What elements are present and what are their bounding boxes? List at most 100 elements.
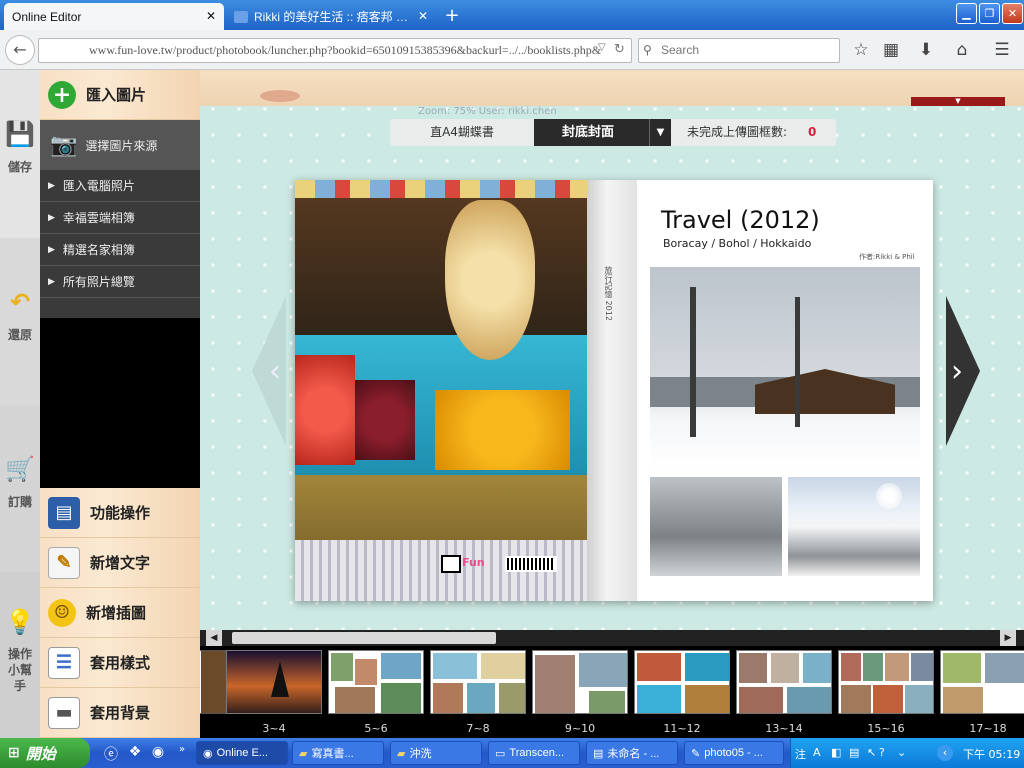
source-item-label: 精選名家相簿 xyxy=(62,243,135,257)
helper-button[interactable]: 💡 操作小幫手 xyxy=(0,572,40,738)
taskbar-item[interactable]: ◉ Online E... xyxy=(196,741,288,765)
show-hidden-icons-icon[interactable]: ‹ xyxy=(937,745,953,761)
windows-taskbar: ⊞ 開始 ⓔ ❖ ◉ » ◉ Online E... ▰ 寫真書... ▰ 沖洗 ▭ T… xyxy=(0,738,1024,768)
taskbar-item[interactable]: ▰ 沖洗 xyxy=(390,741,482,765)
page-thumbnail[interactable] xyxy=(226,650,322,714)
page-thumbnail[interactable] xyxy=(430,650,526,714)
chevron-down-icon[interactable]: ▼ xyxy=(649,119,671,146)
task-label: 未命名 - ... xyxy=(607,748,660,760)
taskbar-item[interactable]: ▰ 寫真書... xyxy=(292,741,384,765)
add-illustration-button[interactable]: ☺ 新增插圖 xyxy=(40,588,200,638)
page-view-select[interactable]: 封底封面 ▼ xyxy=(534,119,671,146)
page-thumbnail-strip: 3~4 5~6 7~8 9~10 11~12 13~14 15~16 17~18 xyxy=(200,646,1024,738)
order-button[interactable]: 🛒 訂購 xyxy=(0,405,40,572)
tool-label: 套用背景 xyxy=(90,704,151,722)
url-input[interactable]: www.fun-love.tw/product/photobook/lunche… xyxy=(38,38,632,63)
page-thumbnail[interactable] xyxy=(940,650,1024,714)
search-input[interactable]: Search xyxy=(638,38,840,63)
home-icon[interactable]: ⌂ xyxy=(950,40,974,62)
explorer-icon[interactable]: ❖ xyxy=(125,744,145,762)
triangle-right-icon: ▶ xyxy=(48,276,55,287)
ime-icon[interactable]: 注 xyxy=(795,746,806,762)
taskbar-item[interactable]: ▭ Transcen... xyxy=(488,741,580,765)
cover-photo-main[interactable] xyxy=(650,267,920,469)
dropdown-icon[interactable]: ▽ xyxy=(598,42,606,53)
function-operations-button[interactable]: ▤ 功能操作 xyxy=(40,488,200,538)
task-label: 寫真書... xyxy=(311,748,354,760)
ie-icon[interactable]: ⓔ xyxy=(101,744,121,763)
close-tab-icon[interactable]: ✕ xyxy=(206,9,216,23)
add-text-button[interactable]: ✎ 新增文字 xyxy=(40,538,200,588)
more-quicklaunch-icon[interactable]: » xyxy=(172,744,192,762)
taskbar-item[interactable]: ▤ 未命名 - ... xyxy=(586,741,678,765)
close-tab-icon[interactable]: ✕ xyxy=(418,9,428,23)
collapse-panel-tab[interactable]: ▼ xyxy=(911,97,1005,106)
scroll-left-icon[interactable]: ◀ xyxy=(206,630,222,646)
cover-photo-snow-city[interactable] xyxy=(650,477,782,576)
ime-width-icon[interactable]: ◧ xyxy=(831,746,841,759)
help-icon[interactable]: ? xyxy=(879,746,885,759)
thumbnail-scrollbar[interactable]: ◀ ▶ xyxy=(200,630,1024,646)
apply-background-button[interactable]: ▬ 套用背景 xyxy=(40,688,200,738)
back-cover-photo[interactable]: Fun xyxy=(295,180,587,601)
source-cloud-album[interactable]: ▶ 幸福雲端相簿 xyxy=(40,202,200,234)
source-featured-album[interactable]: ▶ 精選名家相簿 xyxy=(40,234,200,266)
page-thumbnail[interactable] xyxy=(736,650,832,714)
triangle-right-icon: ▶ xyxy=(48,244,55,255)
wooden-house xyxy=(755,369,895,414)
apply-style-button[interactable]: ☰ 套用樣式 xyxy=(40,638,200,688)
restore-icon[interactable]: ❐ xyxy=(979,3,1000,24)
undo-button[interactable]: ↶ 還原 xyxy=(0,238,40,405)
reading-list-icon[interactable]: ▦ xyxy=(879,40,903,62)
page-thumbnail[interactable] xyxy=(532,650,628,714)
book-subtitle[interactable]: Boracay / Bohol / Hokkaido xyxy=(663,237,811,250)
minimize-icon[interactable]: ▁ xyxy=(956,3,977,24)
tab-online-editor[interactable]: Online Editor ✕ xyxy=(4,3,224,30)
scrollbar-thumb[interactable] xyxy=(232,632,496,644)
menu-icon[interactable]: ☰ xyxy=(990,40,1014,62)
page-thumbnail[interactable] xyxy=(634,650,730,714)
start-button[interactable]: ⊞ 開始 xyxy=(0,738,90,768)
cover-photo-snow-field[interactable] xyxy=(788,477,920,576)
new-tab-button[interactable]: + xyxy=(440,5,464,27)
previous-page-button[interactable]: ‹ xyxy=(252,296,286,446)
reload-icon[interactable]: ↻ xyxy=(614,42,625,57)
tool-label: 功能操作 xyxy=(90,504,151,522)
oranges xyxy=(435,390,570,470)
scroll-right-icon[interactable]: ▶ xyxy=(1000,630,1016,646)
tab-rikki-blog[interactable]: Rikki 的美好生活 :: 痞客邦 … ✕ xyxy=(226,3,436,30)
image-source-selector[interactable]: 📷 選擇圖片來源 xyxy=(40,120,200,170)
source-item-label: 所有照片總覽 xyxy=(62,275,135,289)
longan-bunch xyxy=(445,200,535,360)
save-icon: 💾 xyxy=(5,120,35,148)
page-thumbnail[interactable] xyxy=(200,650,226,714)
page-thumbnail[interactable] xyxy=(328,650,424,714)
ime-punct-icon[interactable]: ▤ xyxy=(849,746,859,759)
save-button[interactable]: 💾 儲存 xyxy=(0,70,40,238)
printer-icon: ▤ xyxy=(48,496,80,529)
edit-text-icon: ✎ xyxy=(48,546,80,579)
firefox-icon[interactable]: ◉ xyxy=(148,744,168,762)
tray-menu-icon[interactable]: ⌄ xyxy=(897,746,906,759)
source-computer-photos[interactable]: ▶ 匯入電腦照片 xyxy=(40,170,200,202)
taskbar-item[interactable]: ✎ photo05 - ... xyxy=(684,741,784,765)
import-images-button[interactable]: + 匯入圖片 xyxy=(40,70,200,120)
source-all-photos[interactable]: ▶ 所有照片總覽 xyxy=(40,266,200,298)
import-images-label: 匯入圖片 xyxy=(86,86,147,104)
back-arrow-icon[interactable]: ← xyxy=(5,35,35,65)
lightbulb-icon: 💡 xyxy=(5,608,35,636)
tab-label: Rikki 的美好生活 :: 痞客邦 … xyxy=(254,10,409,24)
bookmark-star-icon[interactable]: ☆ xyxy=(849,40,873,62)
next-page-button[interactable]: › xyxy=(946,296,980,446)
apples xyxy=(295,355,355,465)
ime-mode-icon[interactable]: A xyxy=(813,746,821,759)
sidebar: + 匯入圖片 📷 選擇圖片來源 ▶ 匯入電腦照片 ▶ 幸福雲端相簿 ▶ 精選名家相簿 … xyxy=(40,70,200,738)
order-label: 訂購 xyxy=(7,495,32,509)
camera-icon: 📷 xyxy=(50,132,78,158)
unfinished-count: 0 xyxy=(808,125,817,139)
page-thumbnail[interactable] xyxy=(838,650,934,714)
book-author[interactable]: 作者:Rikki & Phil xyxy=(859,252,915,262)
book-title[interactable]: Travel (2012) xyxy=(661,206,820,234)
window-close-icon[interactable]: ✕ xyxy=(1002,3,1023,24)
download-icon[interactable]: ⬇ xyxy=(914,40,938,62)
